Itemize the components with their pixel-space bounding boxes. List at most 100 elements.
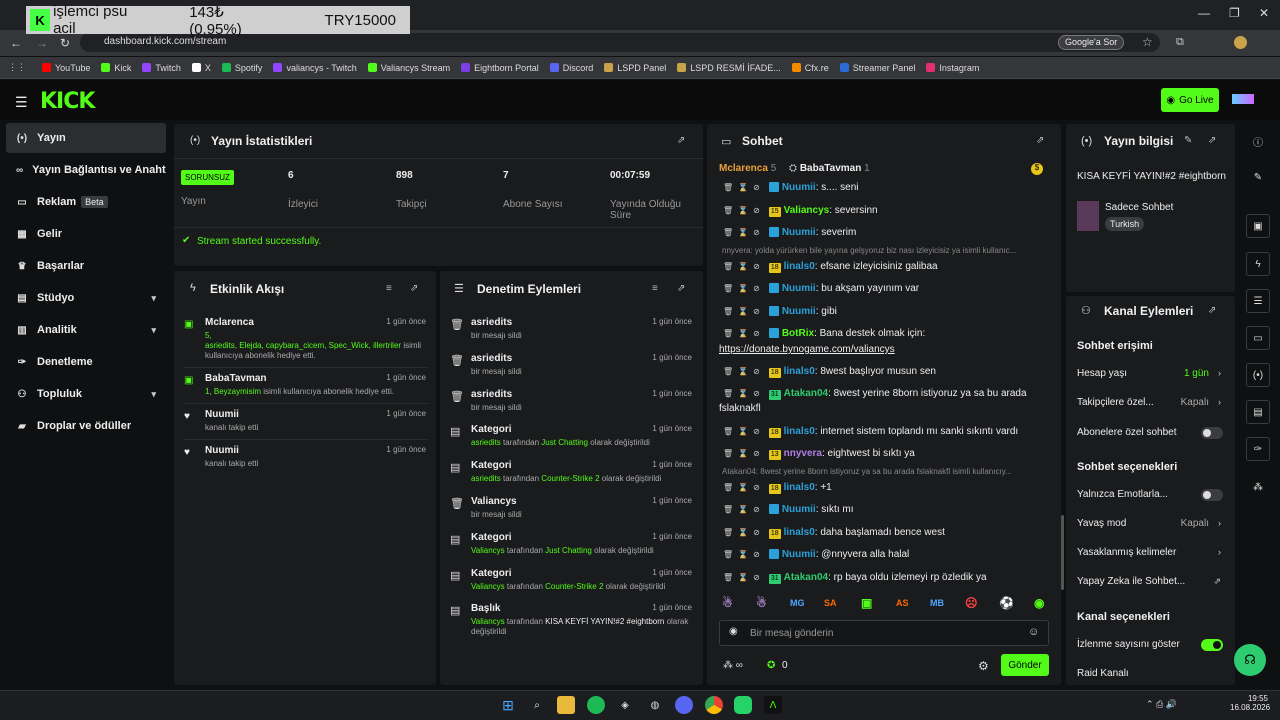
slow-mode-row[interactable]: Yavaş mod Kapalı ›	[1077, 518, 1227, 529]
send-button[interactable]: Gönder	[1001, 654, 1049, 676]
chat-username[interactable]: Nuumii	[782, 227, 816, 238]
star-icon[interactable]: ☆	[1142, 35, 1153, 49]
bookmark-item[interactable]: Instagram	[926, 63, 979, 73]
chat-username[interactable]: linals0	[784, 366, 815, 377]
lightning-icon[interactable]: ϟ	[1246, 252, 1270, 276]
sidebar-item-4[interactable]: ♛ Başarılar	[6, 251, 166, 281]
popout-icon[interactable]: ⇗	[1036, 135, 1044, 146]
apps-icon[interactable]: ⋮⋮	[8, 62, 26, 73]
bookmark-item[interactable]: Valiancys Stream	[367, 63, 450, 73]
mod-tools-icon[interactable]: 🗑⌛⊘	[723, 449, 765, 458]
info-icon[interactable]: ⓘ	[1246, 129, 1270, 153]
mod-tools-icon[interactable]: 🗑⌛⊘	[723, 284, 765, 293]
filter-icon[interactable]: ≡	[652, 283, 658, 294]
chevron-down-icon[interactable]: ▾	[151, 293, 156, 304]
spotify-icon[interactable]	[587, 696, 605, 714]
cup-emote-icon[interactable]: ▣	[861, 596, 872, 610]
bookmark-item[interactable]: LSPD RESMİ İFADE...	[677, 63, 781, 73]
google-ask-button[interactable]: Google'a Sor	[1058, 35, 1125, 50]
support-chat-icon[interactable]: ☊	[1234, 644, 1266, 676]
bookmark-item[interactable]: Spotify	[221, 63, 262, 73]
chat-username[interactable]: linals0	[784, 482, 815, 493]
chat-username[interactable]: Atakan04	[784, 572, 828, 583]
chat-username[interactable]: Nuumii	[782, 182, 816, 193]
mod-tools-icon[interactable]: 🗑⌛⊘	[723, 329, 765, 338]
chat-message[interactable]: 🗑⌛⊘ 18 linals0: daha başlamadı bence west	[719, 525, 1051, 540]
mod-tools-icon[interactable]: 🗑⌛⊘	[723, 505, 765, 514]
gear-icon[interactable]: ⚙	[978, 659, 989, 673]
sidebar-item-9[interactable]: ▰ Droplar ve ödüller	[6, 411, 166, 441]
account-age-row[interactable]: Hesap yaşı 1 gün ›	[1077, 368, 1227, 379]
bookmark-item[interactable]: YouTube	[42, 63, 90, 73]
broadcast-icon[interactable]: (•)	[1246, 363, 1270, 387]
list-icon[interactable]: ☰	[1246, 289, 1270, 313]
stream-icon[interactable]: ▣	[1246, 214, 1270, 238]
kick-app-icon[interactable]: Λ	[764, 696, 782, 714]
chat-username[interactable]: Nuumii	[782, 549, 816, 560]
bookmark-item[interactable]: Eightborn Portal	[461, 63, 539, 73]
mod-tools-icon[interactable]: 🗑⌛⊘	[723, 427, 765, 436]
bookmark-item[interactable]: Discord	[549, 63, 593, 73]
emote-button[interactable]: MB	[930, 598, 944, 608]
steam-icon[interactable]: ◈	[616, 696, 634, 714]
obs-icon[interactable]: ◍	[646, 696, 664, 714]
chat-input[interactable]: Bir mesaj gönderin	[719, 620, 1049, 646]
back-icon[interactable]: ←	[10, 36, 22, 50]
mod-tools-icon[interactable]: 🗑⌛⊘	[723, 262, 765, 271]
chat-emote-icon[interactable]: ◉	[1034, 596, 1044, 610]
avatar-emote-icon[interactable]: ☃	[722, 596, 733, 610]
emote-button[interactable]: SA	[824, 598, 837, 608]
bookmark-item[interactable]: valiancys - Twitch	[273, 63, 357, 73]
chat-message[interactable]: 🗑⌛⊘ 18 linals0: internet sistem toplandı m…	[719, 424, 1051, 439]
chat-message[interactable]: 🗑⌛⊘ 31 Atakan04: 8west yerine 8born istiyo…	[719, 386, 1051, 401]
chat-username[interactable]: Nuumii	[782, 283, 816, 294]
chat-message[interactable]: 🗑⌛⊘ 18 linals0: +1	[719, 480, 1051, 495]
edit-icon[interactable]: ✎	[1246, 165, 1270, 189]
chat-username[interactable]: nnyvera	[784, 448, 822, 459]
chat-message[interactable]: 🗑⌛⊘ 18 linals0: efsane izleyicisiniz galib…	[719, 259, 1051, 274]
user-avatar[interactable]	[1232, 94, 1254, 104]
popout-icon[interactable]: ⇗	[677, 135, 685, 146]
mod-tools-icon[interactable]: 🗑⌛⊘	[723, 528, 765, 537]
chat-message[interactable]: 🗑⌛⊘ Nuumii: sıktı mı	[719, 502, 1051, 517]
chat-username[interactable]: linals0	[784, 527, 815, 538]
windows-start-icon[interactable]: ⊞	[499, 696, 517, 714]
sidebar-item-3[interactable]: ▦ Gelir	[6, 219, 166, 249]
chat-message[interactable]: 🗑⌛⊘ Nuumii: s.... seni	[719, 180, 1051, 195]
sidebar-item-7[interactable]: ✑ Denetleme	[6, 347, 166, 377]
emoji-icon[interactable]: ☺	[1028, 626, 1039, 638]
chat-username[interactable]: Atakan04	[784, 388, 828, 399]
popout-icon[interactable]: ⇗	[1208, 135, 1216, 146]
mod-tools-icon[interactable]: 🗑⌛⊘	[723, 206, 765, 215]
mod-tools-icon[interactable]: 🗑⌛⊘	[723, 183, 765, 192]
chat-username[interactable]: linals0	[784, 261, 815, 272]
stats-icon[interactable]: ▤	[1246, 400, 1270, 424]
maximize-icon[interactable]: ❐	[1229, 6, 1240, 20]
chat-message[interactable]: 🗑⌛⊘ Nuumii: bu akşam yayınım var	[719, 281, 1051, 296]
chat-link[interactable]: https://donate.bynogame.com/valiancys	[719, 342, 1051, 357]
filter-icon[interactable]: ≡	[386, 283, 392, 294]
close-icon[interactable]: ✕	[1259, 6, 1269, 20]
mod-tools-icon[interactable]: 🗑⌛⊘	[723, 483, 765, 492]
bookmark-item[interactable]: X	[191, 63, 211, 73]
sidebar-item-8[interactable]: ⚇ Topluluk ▾	[6, 379, 166, 409]
sidebar-item-5[interactable]: ▤ Stüdyo ▾	[6, 283, 166, 313]
mod-tools-icon[interactable]: 🗑⌛⊘	[723, 550, 765, 559]
search-icon[interactable]: ⌕	[528, 696, 546, 714]
whatsapp-icon[interactable]	[734, 696, 752, 714]
popout-icon[interactable]: ⇗	[677, 283, 685, 294]
forward-icon[interactable]: →	[36, 36, 48, 50]
popout-icon[interactable]: ⇗	[410, 283, 418, 294]
chat-message[interactable]: 🗑⌛⊘ BotRix: Bana destek olmak için:	[719, 326, 1051, 341]
ball-emote-icon[interactable]: ⚽	[999, 596, 1014, 610]
profile-avatar[interactable]	[1234, 36, 1247, 49]
bookmark-item[interactable]: Kick	[101, 63, 131, 73]
chrome-icon[interactable]	[705, 696, 723, 714]
subs-only-toggle[interactable]	[1201, 427, 1223, 439]
mod-tools-icon[interactable]: 🗑⌛⊘	[723, 367, 765, 376]
raid-row[interactable]: Raid Kanalı	[1077, 668, 1227, 679]
go-live-button[interactable]: ◉ Go Live	[1161, 88, 1219, 112]
ai-chat-row[interactable]: Yapay Zeka ile Sohbet... ⇗	[1077, 576, 1227, 587]
chat-icon[interactable]: ▭	[1246, 326, 1270, 350]
chat-message[interactable]: 🗑⌛⊘ Nuumii: @nnyvera alla halal	[719, 547, 1051, 562]
